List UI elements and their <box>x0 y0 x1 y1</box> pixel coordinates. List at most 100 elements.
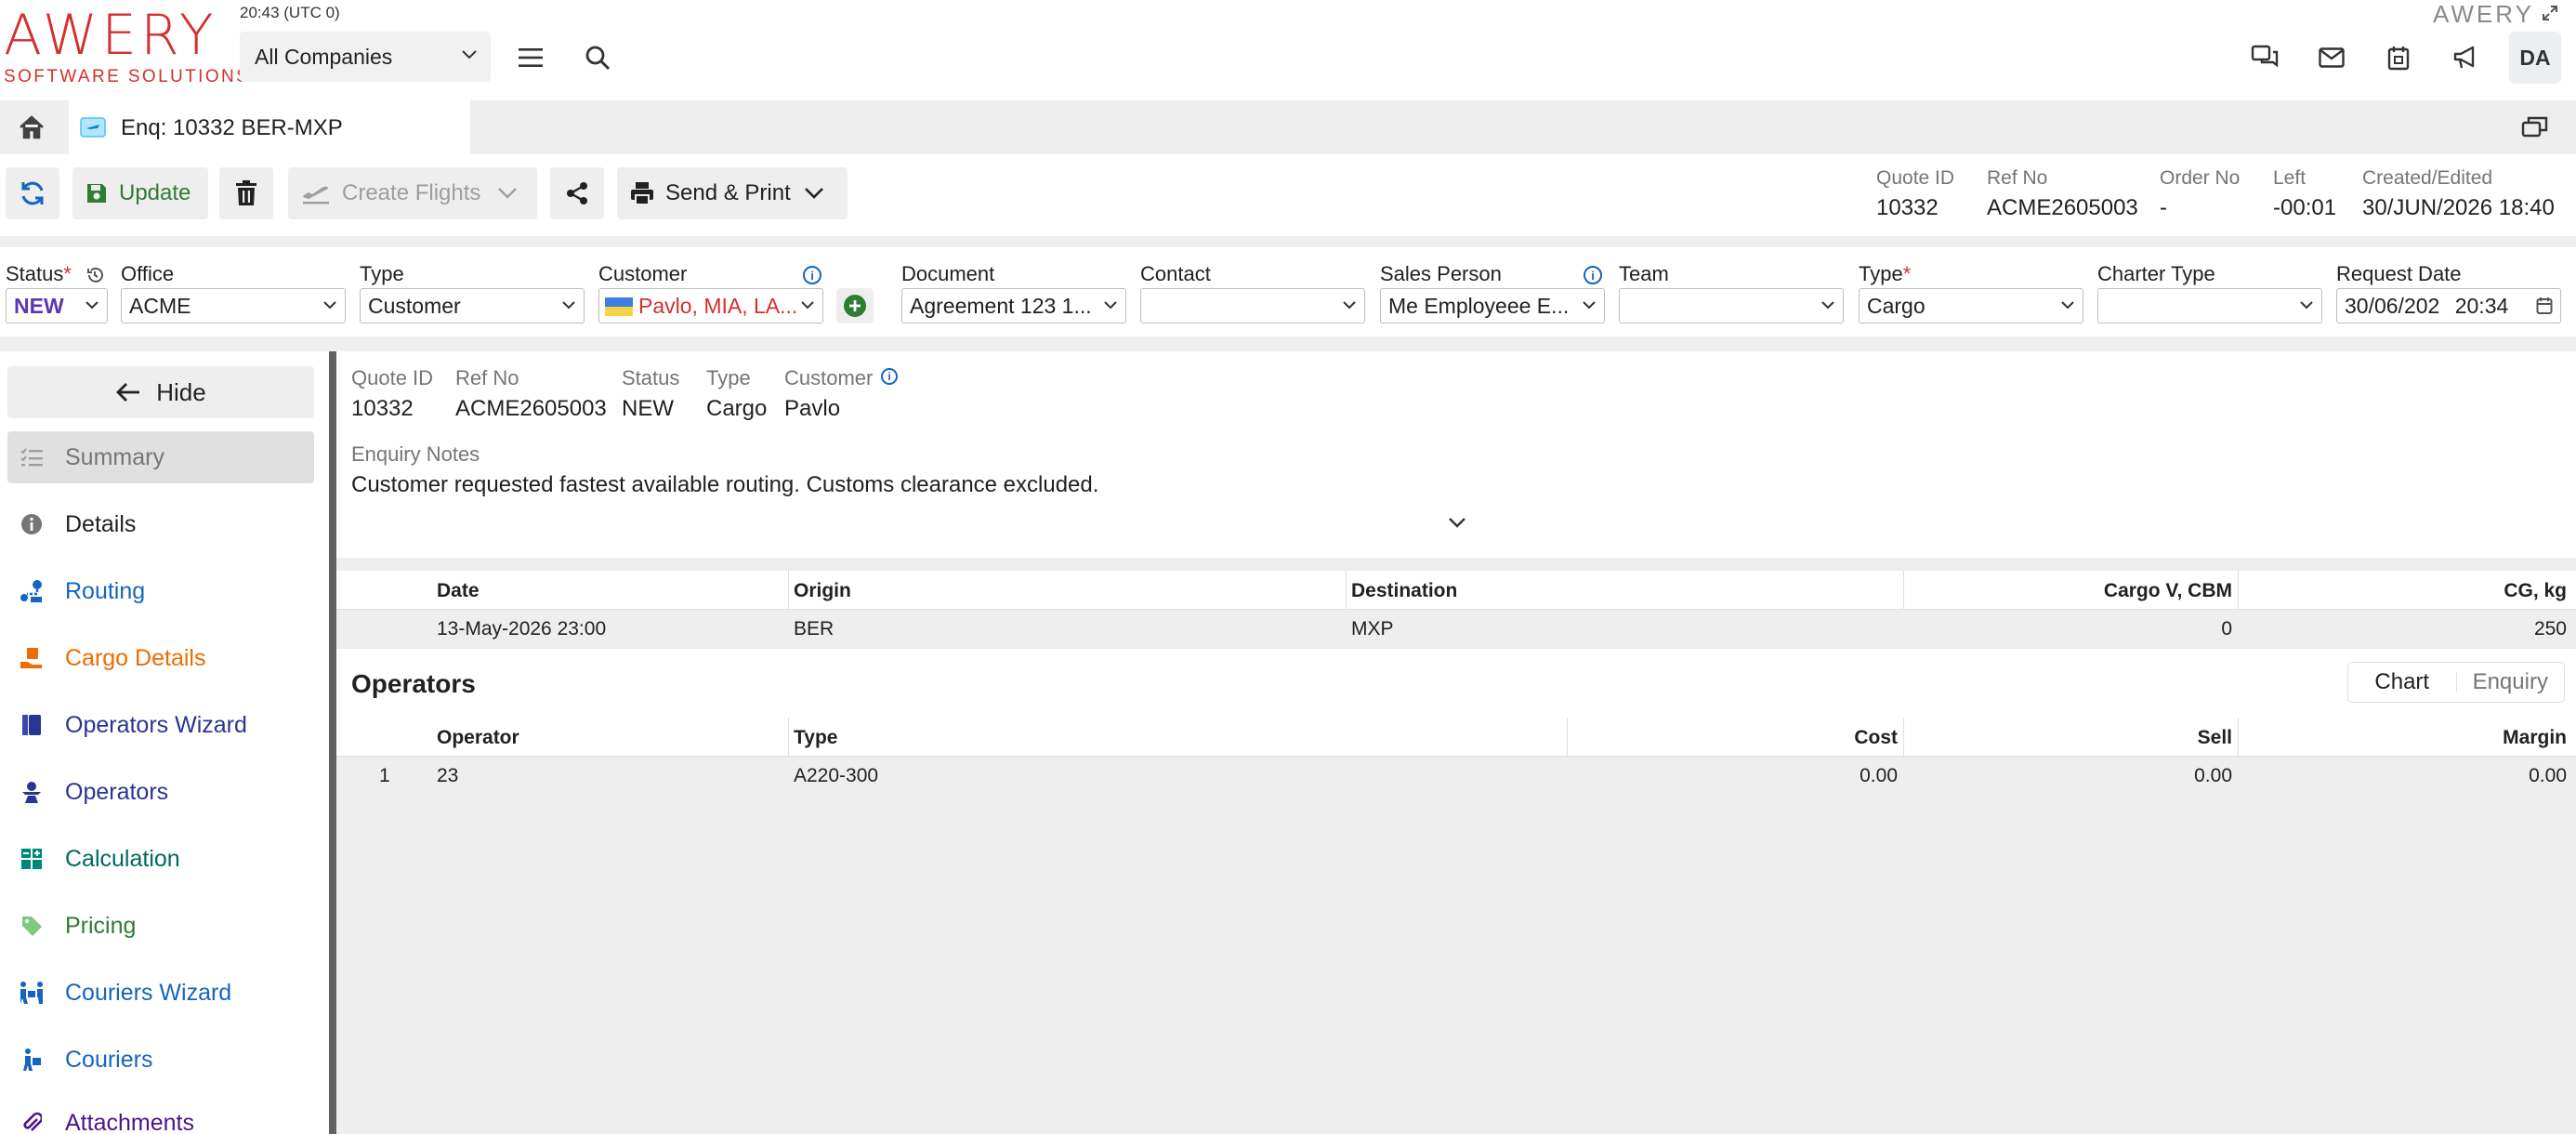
home-tab[interactable] <box>6 108 58 147</box>
status-select[interactable]: NEW <box>6 288 108 323</box>
column-separator <box>1903 571 1904 610</box>
chart-view-button[interactable]: Chart <box>2348 669 2456 695</box>
routing-table: Date Origin Destination Cargo V, CBM CG,… <box>336 571 2576 649</box>
create-flights-button[interactable]: Create Flights <box>288 167 537 219</box>
sidebar-item-operators-wizard[interactable]: Operators Wizard <box>7 699 314 751</box>
add-customer-button[interactable] <box>836 288 874 323</box>
logo-subtitle: SOFTWARE SOLUTIONS <box>4 67 251 86</box>
sales-person-select[interactable]: Me Employeee E... <box>1380 288 1605 323</box>
calendar-icon[interactable] <box>2536 297 2553 315</box>
update-button[interactable]: Update <box>72 167 208 219</box>
enquiry-notes-value: Customer requested fastest available rou… <box>351 472 1099 497</box>
status-label-text: Status <box>6 262 64 285</box>
sidebar-item-pricing[interactable]: Pricing <box>7 900 314 952</box>
operators-table: Operator Type Cost Sell Margin 1 23 A220… <box>336 718 2576 796</box>
filters-row: Status* NEW Office ACME Type Customer Cu… <box>0 247 2576 336</box>
sidebar: Hide Summary Details Routing Cargo Detai… <box>0 351 329 1134</box>
printer-icon <box>631 182 653 205</box>
chevron-down-icon[interactable] <box>1448 517 1466 528</box>
calendar-icon[interactable] <box>2380 39 2417 76</box>
sidebar-item-couriers[interactable]: Couriers <box>7 1034 314 1086</box>
sidebar-item-label: Attachments <box>65 1110 194 1134</box>
customer-select[interactable]: Pavlo, MIA, LA... <box>598 288 823 323</box>
sidebar-item-label: Operators <box>65 778 169 805</box>
clock: 20:43 (UTC 0) <box>240 4 340 21</box>
company-select[interactable]: All Companies <box>240 32 491 82</box>
send-print-label: Send & Print <box>665 180 791 205</box>
sidebar-item-operators[interactable]: Operators <box>7 766 314 818</box>
meta-key: Order No <box>2160 167 2241 189</box>
courier-icon <box>19 1047 45 1073</box>
refresh-button[interactable] <box>6 167 59 219</box>
contact-select[interactable] <box>1140 288 1365 323</box>
sidebar-item-summary[interactable]: Summary <box>7 431 314 483</box>
enquiry-view-button[interactable]: Enquiry <box>2457 669 2565 695</box>
info-icon[interactable]: i <box>803 266 821 284</box>
routing-icon <box>19 578 45 604</box>
charter-type-select[interactable] <box>2097 288 2322 323</box>
column-header: CG, kg <box>2504 580 2567 601</box>
sidebar-item-calculation[interactable]: Calculation <box>7 833 314 885</box>
refresh-icon <box>21 181 44 205</box>
add-icon <box>844 295 866 317</box>
ukraine-flag-icon <box>605 297 633 316</box>
summary-key: Ref No <box>455 366 519 389</box>
info-icon[interactable]: i <box>1584 266 1602 284</box>
delete-button[interactable] <box>219 167 273 219</box>
chevron-down-icon <box>497 187 518 200</box>
divider <box>0 236 2576 247</box>
share-button[interactable] <box>550 167 604 219</box>
menu-icon[interactable] <box>512 39 549 76</box>
sidebar-item-cargo-details[interactable]: Cargo Details <box>7 632 314 684</box>
sidebar-scrollbar[interactable] <box>329 351 336 1134</box>
required-marker: * <box>63 262 72 285</box>
summary-list-icon <box>19 444 45 470</box>
info-icon[interactable]: i <box>881 368 898 385</box>
cargo-type-select[interactable]: Cargo <box>1859 288 2083 323</box>
main-content: Quote ID 10332 Ref No ACME2605003 Status… <box>336 351 2576 1134</box>
sidebar-item-routing[interactable]: Routing <box>7 565 314 617</box>
document-select[interactable]: Agreement 123 1... <box>901 288 1126 323</box>
summary-key: Customer <box>784 366 874 389</box>
megaphone-icon[interactable] <box>2447 39 2484 76</box>
office-label: Office <box>121 262 175 285</box>
type-value: Customer <box>368 294 461 318</box>
sidebar-item-label: Routing <box>65 577 146 604</box>
user-avatar[interactable]: DA <box>2509 32 2561 84</box>
summary-key: Type <box>706 366 751 389</box>
table-row[interactable]: 13-May-2026 23:00 BER MXP 0 250 <box>336 610 2576 649</box>
save-icon <box>87 184 106 203</box>
mail-icon[interactable] <box>2313 39 2350 76</box>
history-icon[interactable] <box>85 266 104 284</box>
column-header: Margin <box>2503 727 2567 748</box>
sidebar-item-attachments[interactable]: Attachments <box>7 1101 314 1134</box>
sales-person-label: Sales Person <box>1380 262 1502 285</box>
sidebar-item-details[interactable]: Details <box>7 498 314 550</box>
column-header: Date <box>437 580 480 601</box>
request-date-input[interactable]: 30/06/202 20:34 <box>2336 288 2561 323</box>
type-select[interactable]: Customer <box>360 288 585 323</box>
chat-icon[interactable] <box>2246 39 2283 76</box>
meta-left: Left -00:01 <box>2273 167 2336 221</box>
request-time-value: 20:34 <box>2454 294 2509 318</box>
chevron-down-icon <box>85 300 99 310</box>
tab-strip: Enq: 10332 BER-MXP <box>0 100 2576 154</box>
sidebar-item-couriers-wizard[interactable]: Couriers Wizard <box>7 967 314 1019</box>
restore-window-icon[interactable] <box>2517 108 2554 145</box>
expand-icon[interactable] <box>2537 0 2563 26</box>
meta-value: ACME2605003 <box>1987 195 2138 220</box>
table-row[interactable]: 1 23 A220-300 0.00 0.00 0.00 <box>336 757 2576 796</box>
home-icon <box>20 115 44 139</box>
hide-sidebar-button[interactable]: Hide <box>7 366 314 418</box>
search-icon[interactable] <box>579 39 616 76</box>
tab-enquiry[interactable]: Enq: 10332 BER-MXP <box>69 100 470 154</box>
sidebar-item-label: Couriers <box>65 1046 153 1073</box>
team-select[interactable] <box>1619 288 1844 323</box>
info-icon <box>19 511 45 537</box>
chevron-down-icon <box>461 49 478 60</box>
office-select[interactable]: ACME <box>121 288 346 323</box>
send-print-button[interactable]: Send & Print <box>617 167 848 219</box>
logo[interactable]: AWERY <box>4 7 217 63</box>
meta-key: Quote ID <box>1876 167 1955 189</box>
wizard-icon <box>19 712 45 738</box>
